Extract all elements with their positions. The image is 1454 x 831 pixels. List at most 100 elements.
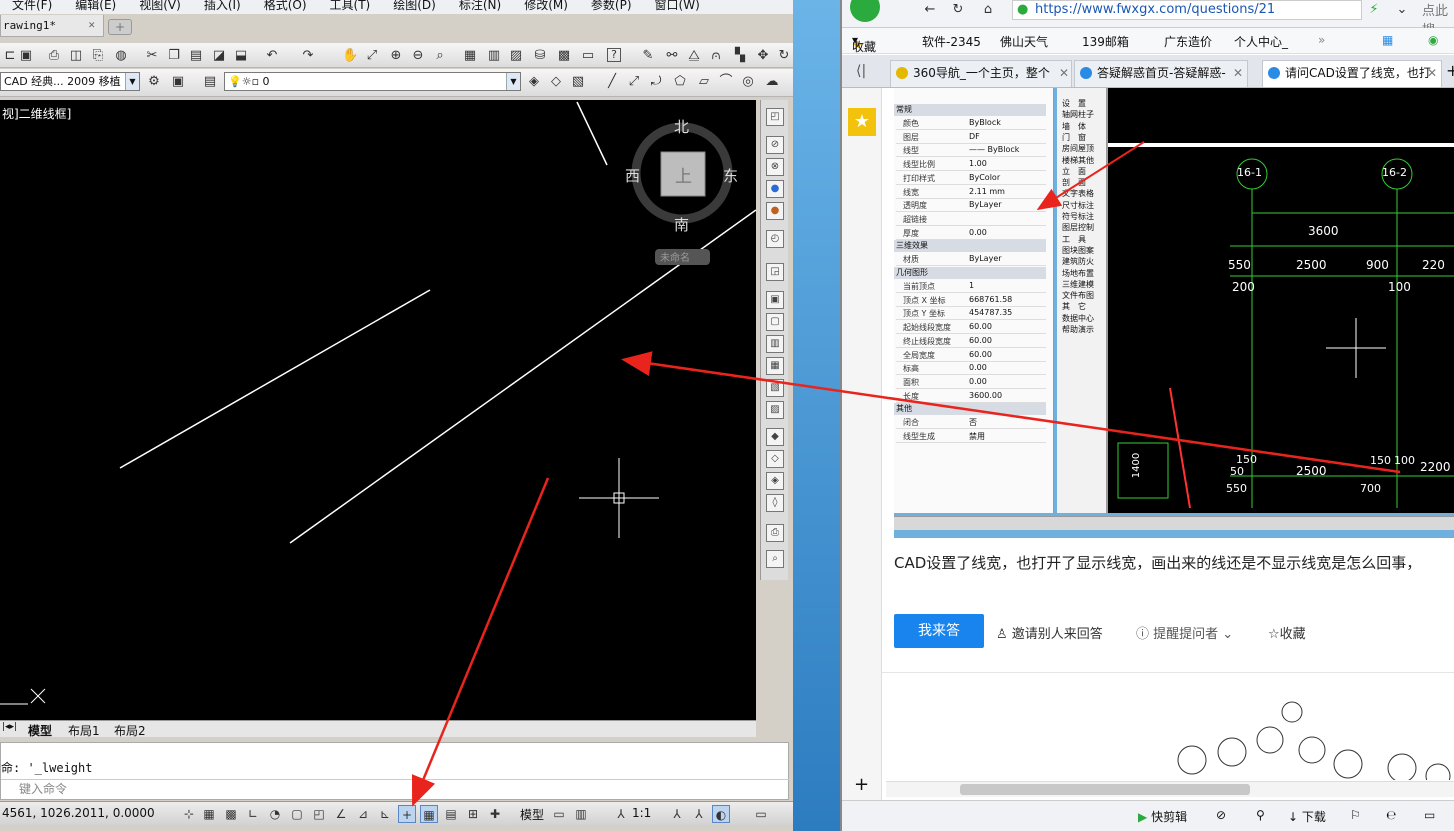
osnap-icon[interactable]: ▢ xyxy=(288,805,306,823)
tangent-menu-item[interactable]: 文字表格 xyxy=(1062,188,1094,199)
extrude-icon[interactable]: ◆ xyxy=(766,428,784,446)
ortho-icon[interactable]: ∟ xyxy=(244,805,262,823)
design-center-icon[interactable]: ▥ xyxy=(486,48,502,64)
favorite-link[interactable]: ☆收藏 xyxy=(1268,623,1306,642)
tangent-menu-item[interactable]: 门 窗 xyxy=(1062,132,1086,143)
props-row[interactable]: 线型比例 1.00 xyxy=(896,158,1046,172)
apps-icon[interactable]: ▦ xyxy=(1382,33,1393,47)
tangent-menu-item[interactable]: 墙 体 xyxy=(1062,121,1086,132)
shade-icon[interactable]: ● xyxy=(766,180,784,198)
tangent-menu-item[interactable]: 剖 面 xyxy=(1062,177,1086,188)
compass-north[interactable]: 北 xyxy=(674,116,689,137)
tangent-menu-item[interactable]: 其 它 xyxy=(1062,301,1086,312)
ext-icon[interactable]: ◉ xyxy=(1428,33,1438,47)
command-input[interactable]: 键入命令 xyxy=(1,779,790,799)
bolt-icon[interactable]: ⚡ xyxy=(1366,2,1382,18)
flag-icon[interactable]: ⚐ xyxy=(1350,808,1361,822)
speed-icon[interactable]: ⊘ xyxy=(1216,808,1226,822)
menu-item[interactable]: 参数(P) xyxy=(591,0,632,11)
props-row[interactable]: 面积 0.00 xyxy=(896,376,1046,389)
new-tab-button[interactable]: + xyxy=(1446,61,1454,80)
close-icon[interactable]: ✕ xyxy=(1059,61,1069,86)
view-manager-icon[interactable]: ◲ xyxy=(766,263,784,281)
props-row[interactable]: 线型生成 禁用 xyxy=(896,430,1046,443)
3d-dwf-icon[interactable]: ◍ xyxy=(113,48,129,64)
tangent-menu-item[interactable]: 尺寸标注 xyxy=(1062,200,1094,211)
drawing-canvas[interactable]: 视]二维线框] 北 南 东 西 上 未命名 xyxy=(0,100,756,720)
circle-icon[interactable]: ◎ xyxy=(740,74,756,90)
tangent-menu-item[interactable]: 图块图案 xyxy=(1062,245,1094,256)
tangent-menu-item[interactable]: 楼梯其他 xyxy=(1062,155,1094,166)
tangent-menu-item[interactable]: 数据中心 xyxy=(1062,313,1094,324)
transparency-icon[interactable]: ▦ xyxy=(420,805,438,823)
grid-icon[interactable]: ▩ xyxy=(222,805,240,823)
tab-nav-icon[interactable]: |◂▸| xyxy=(2,722,17,732)
workspace-select[interactable]: CAD 经典... 2009 移植 ▼ xyxy=(0,72,140,91)
tangent-menu-item[interactable]: 文件布图 xyxy=(1062,290,1094,301)
sphere-icon[interactable]: ▦ xyxy=(766,357,784,375)
props-row[interactable]: 全局宽度 60.00 xyxy=(896,349,1046,362)
props-row[interactable]: 顶点 X 坐标 668761.58 xyxy=(896,294,1046,307)
move-icon[interactable]: ✥ xyxy=(755,48,771,64)
menu-item[interactable]: 编辑(E) xyxy=(75,0,116,11)
bookmark-weather[interactable]: 佛山天气 xyxy=(1000,33,1048,50)
tool-palette-icon[interactable]: ▨ xyxy=(508,48,524,64)
cone-icon[interactable]: ▥ xyxy=(766,335,784,353)
layer-previous-icon[interactable]: ◇ xyxy=(548,74,564,90)
preview-icon[interactable]: ◫ xyxy=(68,48,84,64)
props-row[interactable]: 打印样式 ByColor xyxy=(896,172,1046,185)
arc-icon[interactable]: ⌒ xyxy=(718,74,734,90)
sweep-icon[interactable]: ◈ xyxy=(766,472,784,490)
props-row[interactable]: 顶点 Y 坐标 454787.35 xyxy=(896,307,1046,321)
quick-clip[interactable]: ▶ 快剪辑 xyxy=(1138,808,1187,825)
bookmark-2345[interactable]: 软件-2345 xyxy=(922,33,981,50)
invite-link[interactable]: ♙ 邀请别人来回答 xyxy=(996,623,1103,642)
tangent-menu-item[interactable]: 轴网柱子 xyxy=(1062,109,1094,120)
tab-layout1[interactable]: 布局1 xyxy=(68,722,100,739)
array-icon[interactable]: ▚ xyxy=(732,48,748,64)
tangent-menu-item[interactable]: 符号标注 xyxy=(1062,211,1094,222)
rectangle-icon[interactable]: ▱ xyxy=(696,74,712,90)
menu-item[interactable]: 工具(T) xyxy=(330,0,371,11)
infer-icon[interactable]: ⊹ xyxy=(180,805,198,823)
tab-list-icon[interactable]: ⟨| xyxy=(856,63,866,79)
tab-fwx-home[interactable]: 答疑解惑首页-答疑解惑- ✕ xyxy=(1074,60,1248,87)
tab-model[interactable]: 模型 xyxy=(28,722,52,739)
print-icon[interactable]: ⎙ xyxy=(46,48,62,64)
props-row[interactable]: 材质 ByLayer xyxy=(896,253,1046,267)
favorites-star-icon[interactable]: ★ xyxy=(848,108,876,136)
ie-icon[interactable]: ℮ xyxy=(1386,808,1396,822)
new-tab-button[interactable]: + xyxy=(108,19,132,35)
revcloud-icon[interactable]: ☁ xyxy=(764,74,780,90)
render-icon[interactable]: ● xyxy=(766,202,784,220)
tangent-menu-item[interactable]: 图层控制 xyxy=(1062,222,1094,233)
props-row[interactable]: 线型 —— ByBlock xyxy=(896,144,1046,158)
compass-south[interactable]: 南 xyxy=(674,214,689,235)
gear-icon[interactable]: ⚙ xyxy=(146,74,162,90)
refresh-icon[interactable]: ↻ xyxy=(950,2,966,18)
brush-icon[interactable]: ✎ xyxy=(640,48,656,64)
props-row[interactable]: 当前顶点 1 xyxy=(896,280,1046,293)
zoom-previous-icon[interactable]: ⊖ xyxy=(410,48,426,64)
compass-west[interactable]: 西 xyxy=(625,165,640,186)
drawing-tab[interactable]: rawing1* ✕ xyxy=(0,15,104,37)
menu-item[interactable]: 窗口(W) xyxy=(655,0,700,11)
props-section[interactable]: 其他 xyxy=(894,403,1046,416)
answer-button[interactable]: 我来答 xyxy=(894,614,984,648)
menu-item[interactable]: 绘图(D) xyxy=(393,0,436,11)
polar-icon[interactable]: ◔ xyxy=(266,805,284,823)
block-editor-icon[interactable]: ⬓ xyxy=(233,48,249,64)
layer-manager-icon[interactable]: ▤ xyxy=(202,74,218,90)
props-row[interactable]: 线宽 2.11 mm xyxy=(896,186,1046,199)
rotate-icon[interactable]: ↻ xyxy=(776,48,792,64)
annotation-scale[interactable]: 1:1 xyxy=(632,806,651,820)
free-orbit-icon[interactable]: ⊗ xyxy=(766,158,784,176)
close-icon[interactable]: ✕ xyxy=(88,18,95,31)
tangent-menu-item[interactable]: 设 置 xyxy=(1062,98,1086,109)
xline-icon[interactable]: ⤢ xyxy=(626,74,642,90)
copy-icon[interactable]: ❐ xyxy=(166,48,182,64)
autoscale-icon[interactable]: ⅄ xyxy=(690,805,708,823)
clean-screen-icon[interactable]: ▭ xyxy=(752,805,770,823)
tangent-menu-item[interactable]: 场地布置 xyxy=(1062,268,1094,279)
home-icon[interactable]: ⌂ xyxy=(980,2,996,18)
